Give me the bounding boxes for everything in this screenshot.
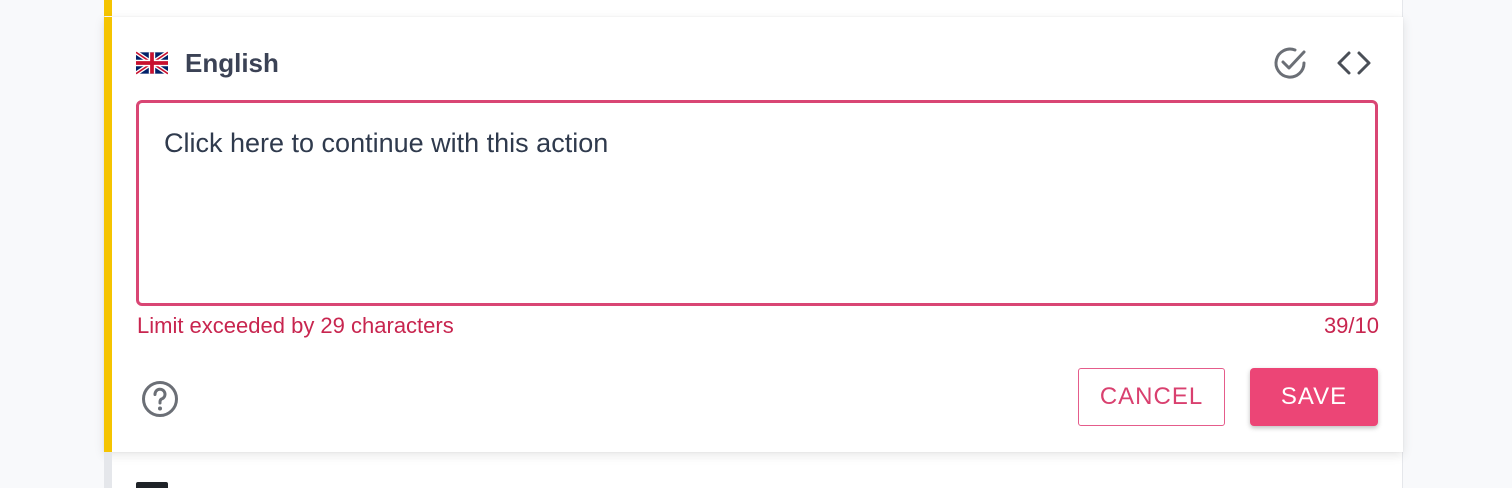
character-counter: 39/10	[1323, 313, 1379, 338]
next-row-accent	[104, 452, 112, 488]
uk-flag-icon	[136, 51, 168, 75]
cancel-button[interactable]: CANCEL	[1078, 368, 1225, 426]
next-row-checkbox[interactable]	[136, 482, 168, 488]
code-brackets-icon[interactable]	[1334, 45, 1374, 81]
translation-text-input[interactable]: Click here to continue with this action	[136, 100, 1378, 306]
validation-error-message: Limit exceeded by 29 characters	[137, 313, 454, 338]
language-label: English	[185, 48, 279, 78]
save-button[interactable]: SAVE	[1250, 368, 1378, 426]
previous-row-accent	[104, 0, 112, 16]
help-circle-icon[interactable]	[140, 379, 180, 419]
check-circle-icon[interactable]	[1271, 44, 1309, 82]
translation-editor-card: English Click here to continue with this…	[104, 17, 1403, 452]
